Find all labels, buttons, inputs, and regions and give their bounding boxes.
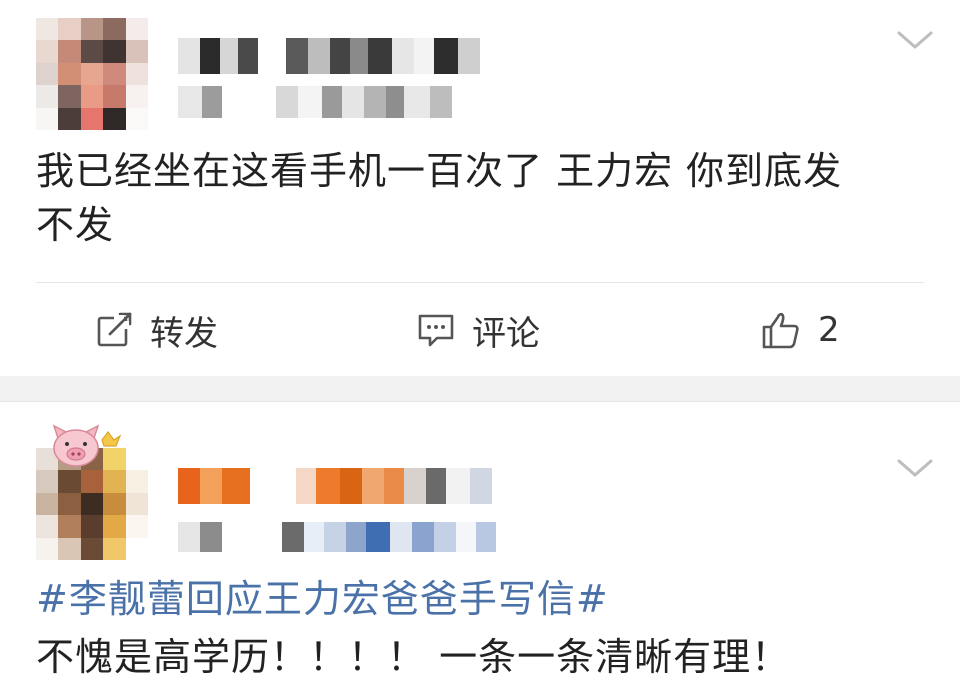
pig-icon xyxy=(50,424,122,476)
hashtag-link[interactable]: #李靓蕾回应王力宏爸爸手写信# xyxy=(36,572,609,626)
comment-icon xyxy=(416,311,456,349)
chevron-down-icon[interactable] xyxy=(896,28,934,52)
repost-button[interactable]: 转发 xyxy=(96,306,218,354)
like-button[interactable]: 2 xyxy=(760,306,840,354)
post-separator xyxy=(0,376,960,402)
post-2: #李靓蕾回应王力宏爸爸手写信# 不愧是高学历！！！！ 一条一条清晰有理！ xyxy=(0,402,960,696)
post-text: 不愧是高学历！！！！ 一条一条清晰有理！ xyxy=(36,635,791,679)
timestamp-pixelated xyxy=(178,522,496,552)
like-count: 2 xyxy=(818,310,840,350)
repost-icon xyxy=(96,311,134,349)
repost-label: 转发 xyxy=(150,313,218,354)
thumbs-up-icon xyxy=(760,309,802,351)
divider xyxy=(36,282,924,283)
timestamp-pixelated xyxy=(178,86,452,118)
comment-label: 评论 xyxy=(472,313,540,354)
username-pixelated[interactable] xyxy=(178,38,480,74)
username-pixelated[interactable] xyxy=(178,468,492,504)
comment-button[interactable]: 评论 xyxy=(416,306,540,354)
avatar[interactable] xyxy=(36,18,148,130)
post-text: 我已经坐在这看手机一百次了 王力宏 你到底发 不发 xyxy=(36,149,843,247)
post-1: 我已经坐在这看手机一百次了 王力宏 你到底发 不发 转发 评论 2 xyxy=(0,0,960,376)
chevron-down-icon[interactable] xyxy=(896,456,934,480)
